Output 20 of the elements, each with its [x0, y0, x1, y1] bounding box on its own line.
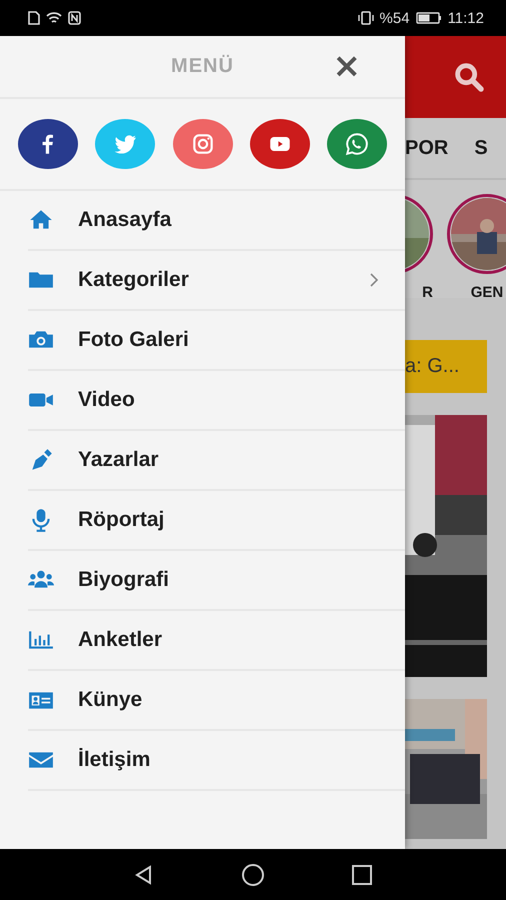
story-label: R: [422, 284, 433, 301]
battery-percent: %54: [380, 10, 410, 26]
sim-icon: [28, 11, 40, 25]
story-label: GEN: [470, 284, 504, 301]
wifi-icon: [46, 12, 62, 24]
news-ticker: a: G...: [405, 340, 487, 393]
vibrate-icon: [358, 11, 374, 25]
battery-icon: [416, 12, 442, 24]
chat-icon: [344, 131, 370, 157]
category-tab[interactable]: S: [474, 136, 488, 160]
close-button[interactable]: ×: [328, 48, 365, 84]
menu-item[interactable]: Künye: [28, 671, 405, 731]
nfc-icon: [68, 11, 81, 25]
clock-time: 11:12: [448, 10, 484, 26]
menu-item[interactable]: Foto Galeri: [28, 311, 405, 371]
recent-apps-button[interactable]: [351, 864, 373, 886]
menu-item[interactable]: Kategoriler: [28, 251, 405, 311]
category-tab[interactable]: POR: [405, 136, 448, 160]
home-button[interactable]: [241, 862, 265, 886]
menu-title: MENÜ: [171, 55, 234, 78]
